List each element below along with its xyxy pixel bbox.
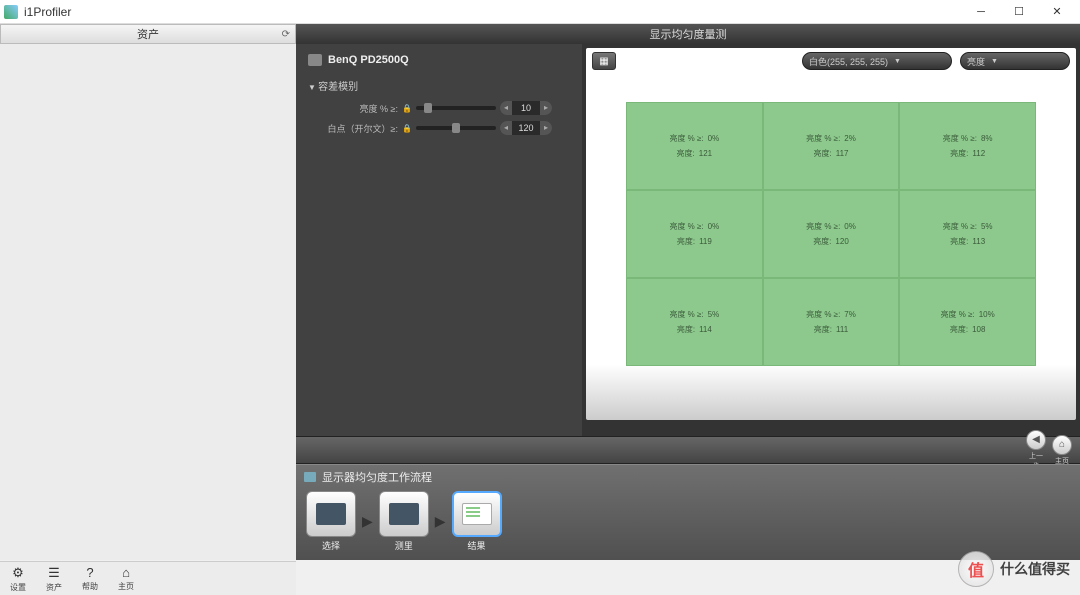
toolbar-help[interactable]: ?帮助 [82, 565, 98, 592]
home-icon: ⌂ [122, 565, 130, 580]
whitepoint-inc[interactable]: ▸ [540, 121, 552, 135]
watermark-text: 什么值得买 [1000, 559, 1070, 579]
cell-brightness: 亮度:113 [950, 236, 985, 247]
cell-brightness: 亮度:119 [677, 236, 712, 247]
step-result-label: 结果 [468, 539, 486, 552]
close-button[interactable]: ✕ [1038, 1, 1076, 23]
monitor-name: BenQ PD2500Q [328, 54, 409, 66]
app-icon [4, 5, 18, 19]
cell-brightness: 亮度:114 [677, 324, 712, 335]
cell-brightness: 亮度:121 [677, 148, 713, 159]
grid-cell[interactable]: 亮度 % ≥:2% 亮度:117 [763, 102, 900, 190]
step-measure-label: 测里 [395, 539, 413, 552]
main-title: 显示均匀度量测 [296, 24, 1080, 44]
grid-cell[interactable]: 亮度 % ≥:0% 亮度:120 [763, 190, 900, 278]
whitepoint-slider[interactable] [416, 126, 496, 130]
whitepoint-label: 白点（开尔文）≥: [308, 122, 398, 135]
color-dropdown-label: 白色(255, 255, 255) [809, 55, 888, 68]
toolbar-assets[interactable]: ☰资产 [46, 565, 62, 593]
chevron-right-icon: ▶ [362, 513, 373, 530]
cell-brightness: 亮度:111 [814, 324, 848, 335]
toolbar-settings[interactable]: ⚙设置 [10, 565, 26, 593]
cell-delta: 亮度 % ≥:7% [806, 309, 856, 320]
grid-cell[interactable]: 亮度 % ≥:5% 亮度:113 [899, 190, 1036, 278]
whitepoint-slider-row: 白点（开尔文）≥: 🔒 ◂ 120 ▸ [308, 121, 570, 135]
brightness-inc[interactable]: ▸ [540, 101, 552, 115]
cell-brightness: 亮度:120 [813, 236, 849, 247]
minimize-button[interactable]: ─ [962, 1, 1000, 23]
prev-button[interactable]: ◀ [1026, 430, 1046, 450]
brightness-value: 10 [512, 103, 540, 113]
brightness-dec[interactable]: ◂ [500, 101, 512, 115]
home-button[interactable]: ⌂ [1052, 435, 1072, 455]
chevron-down-icon: ▼ [991, 58, 998, 65]
whitepoint-dec[interactable]: ◂ [500, 121, 512, 135]
grid-cell[interactable]: 亮度 % ≥:8% 亮度:112 [899, 102, 1036, 190]
step-select-icon[interactable] [306, 491, 356, 537]
lock-icon: 🔒 [402, 104, 412, 113]
step-select-label: 选择 [322, 539, 340, 552]
titlebar: i1Profiler ─ ☐ ✕ [0, 0, 1080, 24]
section-tolerance[interactable]: 容差模别 [308, 78, 570, 93]
chevron-down-icon: ▼ [894, 58, 901, 65]
whitepoint-value: 120 [512, 123, 540, 133]
cell-brightness: 亮度:112 [950, 148, 985, 159]
workflow-icon [304, 472, 316, 482]
cell-delta: 亮度 % ≥:2% [806, 133, 856, 144]
help-icon: ? [86, 565, 93, 580]
brightness-slider[interactable] [416, 106, 496, 110]
step-result-icon[interactable] [452, 491, 502, 537]
preview-toolbar: ▦ 白色(255, 255, 255) ▼ 亮度 ▼ [586, 48, 1076, 74]
sidebar-title: 资产 [137, 26, 159, 42]
brightness-slider-row: 亮度 % ≥: 🔒 ◂ 10 ▸ [308, 101, 570, 115]
grid-cell[interactable]: 亮度 % ≥:10% 亮度:108 [899, 278, 1036, 366]
uniformity-grid: 亮度 % ≥:0%亮度:121亮度 % ≥:2%亮度:117亮度 % ≥:8%亮… [626, 102, 1036, 366]
mode-dropdown[interactable]: 亮度 ▼ [960, 52, 1070, 70]
nav-bar: ◀ 上一步 ⌂ 主页 [296, 436, 1080, 464]
maximize-button[interactable]: ☐ [1000, 1, 1038, 23]
cell-delta: 亮度 % ≥:0% [669, 221, 719, 232]
workflow-panel: 显示器均匀度工作流程 选择 ▶ 测里 ▶ 结果 [296, 464, 1080, 560]
grid-cell[interactable]: 亮度 % ≥:0% 亮度:121 [626, 102, 763, 190]
lock-icon: 🔒 [402, 124, 412, 133]
color-dropdown[interactable]: 白色(255, 255, 255) ▼ [802, 52, 952, 70]
main-panel: 显示均匀度量测 BenQ PD2500Q 容差模别 亮度 % ≥: 🔒 ◂ 10… [296, 24, 1080, 560]
settings-icon: ⚙ [12, 565, 24, 581]
watermark-icon: 值 [958, 551, 994, 587]
bottom-toolbar: ⚙设置 ☰资产 ?帮助 ⌂主页 [0, 561, 296, 595]
cell-delta: 亮度 % ≥:0% [806, 221, 856, 232]
brightness-label: 亮度 % ≥: [308, 102, 398, 115]
list-icon: ☰ [48, 565, 60, 581]
cell-delta: 亮度 % ≥:5% [669, 309, 719, 320]
step-measure-icon[interactable] [379, 491, 429, 537]
monitor-icon [308, 54, 322, 66]
refresh-icon[interactable]: ⟳ [282, 29, 290, 40]
toolbar-home[interactable]: ⌂主页 [118, 565, 134, 592]
grid-cell[interactable]: 亮度 % ≥:0% 亮度:119 [626, 190, 763, 278]
sidebar: 资产 ⟳ [0, 24, 296, 560]
settings-panel: BenQ PD2500Q 容差模别 亮度 % ≥: 🔒 ◂ 10 ▸ 白点（开尔… [296, 44, 582, 436]
cell-brightness: 亮度:108 [950, 324, 986, 335]
mode-dropdown-label: 亮度 [967, 55, 985, 68]
sidebar-header[interactable]: 资产 ⟳ [0, 24, 296, 44]
window-title: i1Profiler [24, 5, 962, 19]
grid-cell[interactable]: 亮度 % ≥:5% 亮度:114 [626, 278, 763, 366]
cell-brightness: 亮度:117 [813, 148, 848, 159]
cell-delta: 亮度 % ≥:8% [943, 133, 993, 144]
cell-delta: 亮度 % ≥:5% [943, 221, 993, 232]
preview-panel: ▦ 白色(255, 255, 255) ▼ 亮度 ▼ 亮度 % ≥:0% 亮度:1… [582, 44, 1080, 436]
workflow-title: 显示器均匀度工作流程 [322, 469, 432, 485]
grid-cell[interactable]: 亮度 % ≥:7% 亮度:111 [763, 278, 900, 366]
cell-delta: 亮度 % ≥:0% [669, 133, 719, 144]
watermark: 值 什么值得买 [958, 551, 1070, 587]
chevron-right-icon: ▶ [435, 513, 446, 530]
grid-view-button[interactable]: ▦ [592, 52, 616, 70]
cell-delta: 亮度 % ≥:10% [941, 309, 995, 320]
preview-frame: ▦ 白色(255, 255, 255) ▼ 亮度 ▼ 亮度 % ≥:0% 亮度:1… [586, 48, 1076, 420]
